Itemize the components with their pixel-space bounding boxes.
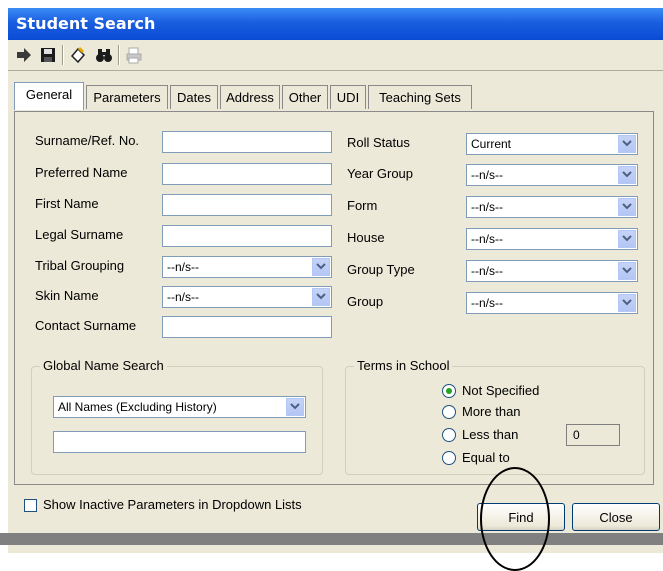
terms-count-value: 0 (573, 428, 580, 442)
roll-status-select[interactable]: Current (466, 133, 638, 155)
save-icon[interactable] (38, 45, 58, 65)
chevron-down-icon[interactable] (618, 230, 636, 248)
skin-name-label: Skin Name (35, 288, 99, 303)
group-value: --n/s-- (471, 296, 503, 310)
equal-to-label: Equal to (462, 450, 510, 465)
roll-status-label: Roll Status (347, 135, 410, 150)
global-name-search-title: Global Name Search (40, 358, 167, 373)
binoculars-icon[interactable] (94, 45, 114, 65)
window-title: Student Search (16, 14, 156, 33)
show-inactive-label: Show Inactive Parameters in Dropdown Lis… (43, 497, 302, 512)
global-name-search-group: Global Name Search (31, 358, 323, 475)
not-specified-label: Not Specified (462, 383, 540, 398)
first-name-label: First Name (35, 196, 99, 211)
group-type-value: --n/s-- (471, 264, 503, 278)
preferred-name-input[interactable] (162, 163, 332, 185)
surname-input[interactable] (162, 131, 332, 153)
bottom-border (0, 533, 663, 545)
form-label: Form (347, 198, 378, 213)
forward-icon[interactable] (14, 45, 34, 65)
chevron-down-icon[interactable] (618, 198, 636, 216)
tab-udi[interactable]: UDI (330, 85, 366, 109)
global-name-mode-value: All Names (Excluding History) (58, 400, 217, 414)
preferred-name-label: Preferred Name (35, 165, 128, 180)
year-group-value: --n/s-- (471, 168, 503, 182)
tab-teaching-sets[interactable]: Teaching Sets (368, 85, 472, 109)
toolbar (8, 40, 663, 71)
roll-status-value: Current (471, 137, 512, 151)
group-label: Group (347, 294, 384, 309)
tab-dates[interactable]: Dates (170, 85, 218, 109)
chevron-down-icon[interactable] (618, 166, 636, 184)
title-bar: Student Search (8, 8, 663, 40)
group-type-select[interactable]: --n/s-- (466, 260, 638, 282)
chevron-down-icon[interactable] (312, 258, 330, 276)
skin-name-value: --n/s-- (167, 290, 199, 304)
house-value: --n/s-- (471, 232, 503, 246)
group-select[interactable]: --n/s-- (466, 292, 638, 314)
chevron-down-icon[interactable] (286, 398, 304, 416)
close-button[interactable]: Close (572, 503, 660, 531)
group-type-label: Group Type (347, 262, 415, 277)
year-group-label: Year Group (347, 166, 414, 181)
first-name-input[interactable] (162, 194, 332, 216)
global-name-input[interactable] (53, 431, 306, 453)
surname-label: Surname/Ref. No. (35, 133, 140, 148)
less-than-label: Less than (462, 427, 519, 442)
legal-surname-label: Legal Surname (35, 227, 124, 242)
more-than-label: More than (462, 404, 521, 419)
clear-icon[interactable] (68, 45, 88, 65)
year-group-select[interactable]: --n/s-- (466, 164, 638, 186)
house-label: House (347, 230, 385, 245)
chevron-down-icon[interactable] (618, 135, 636, 153)
terms-in-school-title: Terms in School (354, 358, 453, 373)
print-icon[interactable] (124, 45, 144, 65)
form-select[interactable]: --n/s-- (466, 196, 638, 218)
tab-other[interactable]: Other (282, 85, 328, 109)
show-inactive-checkbox[interactable] (24, 499, 37, 512)
legal-surname-input[interactable] (162, 225, 332, 247)
chevron-down-icon[interactable] (312, 288, 330, 306)
terms-count-input[interactable]: 0 (566, 424, 620, 446)
house-select[interactable]: --n/s-- (466, 228, 638, 250)
tribal-grouping-value: --n/s-- (167, 260, 199, 274)
tribal-grouping-select[interactable]: --n/s-- (162, 256, 332, 278)
skin-name-select[interactable]: --n/s-- (162, 286, 332, 308)
contact-surname-input[interactable] (162, 316, 332, 338)
radio-less-than[interactable] (442, 428, 456, 442)
tab-address[interactable]: Address (220, 85, 280, 109)
radio-not-specified[interactable] (442, 384, 456, 398)
global-name-mode-select[interactable]: All Names (Excluding History) (53, 396, 306, 418)
contact-surname-label: Contact Surname (35, 318, 137, 333)
radio-more-than[interactable] (442, 405, 456, 419)
radio-equal-to[interactable] (442, 451, 456, 465)
tab-parameters[interactable]: Parameters (86, 85, 168, 109)
tribal-grouping-label: Tribal Grouping (35, 258, 125, 273)
chevron-down-icon[interactable] (618, 262, 636, 280)
tab-general[interactable]: General (14, 82, 84, 110)
form-value: --n/s-- (471, 200, 503, 214)
find-button[interactable]: Find (477, 503, 565, 531)
chevron-down-icon[interactable] (618, 294, 636, 312)
